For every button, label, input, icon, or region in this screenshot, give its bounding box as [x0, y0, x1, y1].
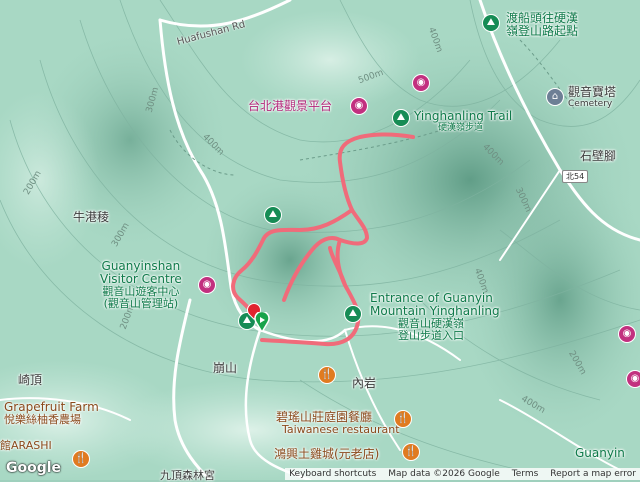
fork-knife-icon[interactable]: 🍴: [402, 443, 420, 461]
camera-icon[interactable]: ◉: [626, 370, 640, 388]
bottom-partial-label: 九頂森林宮: [160, 469, 215, 482]
map-data-text: Map data ©2026 Google: [388, 469, 500, 479]
road-shield-north54: 北54: [562, 170, 589, 183]
hiking-icon[interactable]: ⛰: [482, 14, 500, 32]
fork-knife-icon[interactable]: 🍴: [318, 366, 336, 384]
hiking-icon[interactable]: ⛰: [344, 305, 362, 323]
bitashan-en: Taiwanese restaurant: [282, 423, 400, 436]
temple-icon[interactable]: ⌂: [546, 88, 564, 106]
yinghanling-trail-label[interactable]: Yinghanling Trail 硬漢嶺步道: [414, 109, 513, 134]
camera-icon[interactable]: ◉: [618, 325, 636, 343]
shibijiao-label: 石壁腳: [580, 149, 617, 163]
fork-knife-icon[interactable]: 🍴: [72, 450, 90, 468]
camera-icon[interactable]: ◉: [412, 74, 430, 92]
report-error-link[interactable]: Report a map error: [550, 468, 636, 480]
cemetery-label[interactable]: 觀音寶塔 Cemetery: [568, 85, 617, 110]
keyboard-shortcuts-link[interactable]: Keyboard shortcuts: [289, 468, 376, 480]
start-marker-icon[interactable]: [254, 310, 270, 334]
terms-link[interactable]: Terms: [512, 468, 539, 480]
hongxing-label[interactable]: 鴻興土雞城(元老店): [274, 448, 379, 461]
pengshan-label: 崩山: [213, 361, 238, 375]
ferry-trailhead-label[interactable]: 渡船頭往硬漢 嶺登山路起點: [506, 12, 578, 38]
neiyan-label: 內岩: [352, 376, 377, 390]
visitor-centre-label[interactable]: Guanyinshan Visitor Centre 觀音山遊客中心 (觀音山管…: [100, 260, 182, 310]
camera-icon[interactable]: ◉: [350, 97, 368, 115]
niugangling-label: 牛港稜: [73, 210, 110, 224]
cemetery-zh: 觀音寶塔: [568, 85, 617, 99]
hiking-icon[interactable]: ⛰: [264, 206, 282, 224]
guanyin-bottom-label[interactable]: Guanyin: [575, 447, 625, 460]
taipei-port-view-label[interactable]: 台北港觀景平台: [248, 100, 332, 113]
entrance-label[interactable]: Entrance of Guanyin Mountain Yinghanling…: [370, 292, 500, 342]
arashi-label[interactable]: 館ARASHI: [0, 440, 52, 452]
map-attribution: Keyboard shortcuts Map data ©2026 Google…: [285, 468, 640, 480]
yinghanling-trail-zh: 硬漢嶺步道: [438, 123, 484, 133]
fork-knife-icon[interactable]: 🍴: [394, 410, 412, 428]
ferry-trailhead-line2: 嶺登山路起點: [506, 24, 579, 38]
visitor-centre-zh2: (觀音山管理站): [103, 297, 179, 310]
entrance-zh2: 登山步道入口: [398, 329, 464, 342]
grapefruit-label[interactable]: Grapefruit Farm 悅樂絲柚香農場: [4, 401, 99, 426]
cemetery-en: Cemetery: [568, 99, 613, 109]
google-logo: Google: [6, 460, 62, 476]
camera-icon[interactable]: ◉: [198, 276, 216, 294]
hiking-icon[interactable]: ⛰: [392, 109, 410, 127]
qiding-label: 崎頂: [18, 373, 43, 387]
yinghanling-trail-en: Yinghanling Trail: [414, 109, 513, 123]
grapefruit-zh: 悅樂絲柚香農場: [4, 413, 81, 426]
bitashan-label[interactable]: 碧瑤山莊庭園餐廳 Taiwanese restaurant: [276, 411, 400, 436]
